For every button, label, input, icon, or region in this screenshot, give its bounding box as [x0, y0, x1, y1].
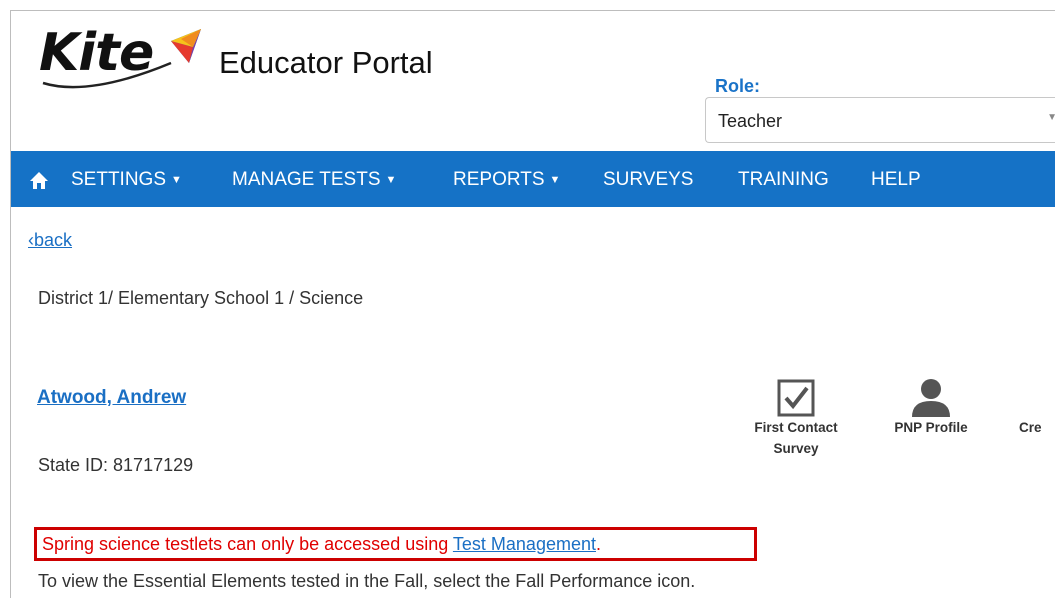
role-select-value: Teacher	[718, 111, 783, 131]
kite-icon	[171, 29, 201, 63]
student-name-link[interactable]: Atwood, Andrew	[37, 387, 186, 409]
alert-box: Spring science testlets can only be acce…	[34, 527, 757, 561]
nav-manage-tests[interactable]: MANAGE TESTS ▼	[232, 168, 396, 192]
create-button[interactable]: Cre	[1019, 417, 1055, 438]
chevron-down-icon: ▼	[1047, 112, 1055, 123]
nav-help[interactable]: HELP	[871, 168, 921, 192]
first-contact-survey-button[interactable]: First Contact Survey	[741, 379, 851, 459]
pnp-profile-button[interactable]: PNP Profile	[881, 377, 981, 438]
nav-training[interactable]: TRAINING	[738, 168, 829, 192]
role-label: Role:	[715, 76, 760, 96]
first-contact-survey-label-2: Survey	[773, 441, 819, 456]
main-nav: SETTINGS ▼ MANAGE TESTS ▼ REPORTS ▼ SURVEYS…	[11, 151, 1055, 207]
caret-down-icon: ▼	[171, 174, 182, 186]
caret-down-icon: ▼	[549, 174, 561, 186]
caret-down-icon: ▼	[385, 174, 397, 186]
alert-text: Spring science testlets can only be acce…	[42, 534, 601, 554]
checkbox-icon	[777, 379, 815, 417]
state-id: State ID: 81717129	[38, 455, 194, 475]
role-select[interactable]: Teacher ▼	[705, 97, 1055, 143]
breadcrumb: District 1/ Elementary School 1 / Scienc…	[38, 288, 364, 308]
app-frame: Kite Educator Portal Role: Teacher ▼ SET…	[10, 10, 1055, 598]
back-link[interactable]: ‹back	[28, 230, 72, 251]
create-label: Cre	[1019, 420, 1042, 435]
logo-swoosh-icon	[42, 61, 172, 89]
home-icon[interactable]	[29, 170, 49, 190]
pnp-profile-label: PNP Profile	[894, 420, 968, 435]
nav-settings[interactable]: SETTINGS ▼	[71, 168, 182, 192]
person-icon	[912, 379, 950, 417]
info-text: To view the Essential Elements tested in…	[38, 571, 696, 591]
portal-title: Educator Portal	[219, 45, 433, 80]
nav-surveys[interactable]: SURVEYS	[603, 168, 693, 192]
first-contact-survey-label: First Contact	[754, 420, 838, 435]
nav-reports[interactable]: REPORTS ▼	[453, 168, 560, 192]
test-management-link[interactable]: Test Management	[453, 534, 596, 554]
